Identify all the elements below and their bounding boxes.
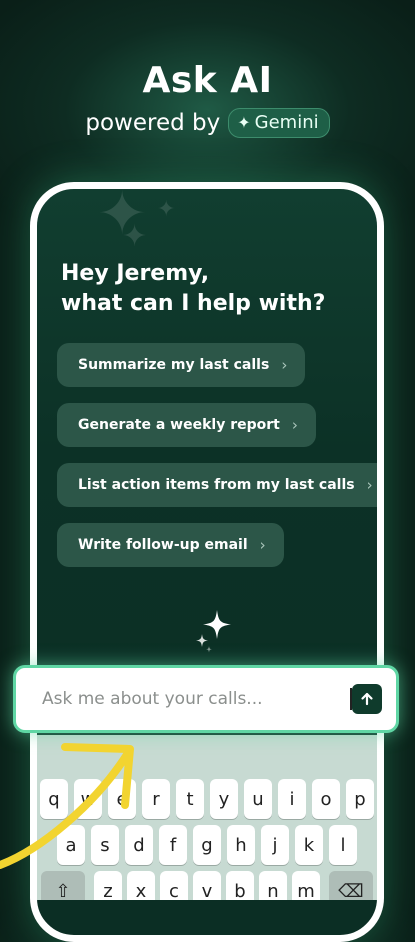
suggestion-chip[interactable]: Generate a weekly report ›	[57, 403, 316, 447]
key-f[interactable]: f	[159, 825, 187, 865]
suggestion-label: Generate a weekly report	[78, 417, 280, 433]
key-o[interactable]: o	[312, 779, 340, 819]
key-g[interactable]: g	[193, 825, 221, 865]
key-e[interactable]: e	[108, 779, 136, 819]
key-w[interactable]: w	[74, 779, 102, 819]
chevron-right-icon: ›	[281, 356, 288, 374]
suggestion-label: List action items from my last calls	[78, 477, 355, 493]
suggestion-label: Summarize my last calls	[78, 357, 270, 373]
key-i[interactable]: i	[278, 779, 306, 819]
on-screen-keyboard: qwertyuiop asdfghjkl zxcvbnm ⇧ ⌫	[37, 735, 377, 900]
key-z[interactable]: z	[94, 871, 122, 900]
gemini-badge: ✦ Gemini	[228, 108, 330, 138]
key-l[interactable]: l	[329, 825, 357, 865]
key-q[interactable]: q	[40, 779, 68, 819]
key-y[interactable]: y	[210, 779, 238, 819]
key-n[interactable]: n	[259, 871, 287, 900]
key-c[interactable]: c	[160, 871, 188, 900]
powered-by-label: powered by	[85, 110, 221, 136]
key-a[interactable]: a	[57, 825, 85, 865]
assistant-greeting: Hey Jeremy, what can I help with?	[61, 261, 326, 316]
chevron-right-icon: ›	[366, 476, 373, 494]
chevron-right-icon: ›	[259, 536, 266, 554]
decorative-sparkle-icon: ✦	[122, 219, 148, 254]
ai-sparkle-icon	[196, 610, 231, 653]
key-x[interactable]: x	[127, 871, 155, 900]
suggestion-label: Write follow-up email	[78, 537, 248, 553]
shift-icon: ⇧	[55, 880, 71, 901]
shift-key[interactable]: ⇧	[41, 871, 85, 900]
decorative-sparkle-icon: ✦	[157, 197, 176, 222]
send-button[interactable]	[352, 684, 382, 714]
key-t[interactable]: t	[176, 779, 204, 819]
ask-input-bar	[13, 665, 415, 733]
suggestion-chip[interactable]: Summarize my last calls ›	[57, 343, 306, 387]
suggestion-chip[interactable]: List action items from my last calls ›	[57, 463, 377, 507]
gemini-label: Gemini	[254, 112, 319, 133]
key-j[interactable]: j	[261, 825, 289, 865]
key-s[interactable]: s	[91, 825, 119, 865]
arrow-up-icon	[361, 692, 373, 706]
key-r[interactable]: r	[142, 779, 170, 819]
key-p[interactable]: p	[346, 779, 374, 819]
key-h[interactable]: h	[227, 825, 255, 865]
key-m[interactable]: m	[292, 871, 320, 900]
key-k[interactable]: k	[295, 825, 323, 865]
backspace-icon: ⌫	[338, 880, 364, 901]
page-title: Ask AI	[142, 60, 273, 101]
key-d[interactable]: d	[125, 825, 153, 865]
sparkle-icon: ✦	[237, 113, 251, 132]
key-u[interactable]: u	[244, 779, 272, 819]
chevron-right-icon: ›	[291, 416, 298, 434]
backspace-key[interactable]: ⌫	[329, 871, 373, 900]
key-v[interactable]: v	[193, 871, 221, 900]
powered-by-line: powered by ✦ Gemini	[0, 108, 415, 138]
key-b[interactable]: b	[226, 871, 254, 900]
suggestion-chip[interactable]: Write follow-up email ›	[57, 523, 284, 567]
